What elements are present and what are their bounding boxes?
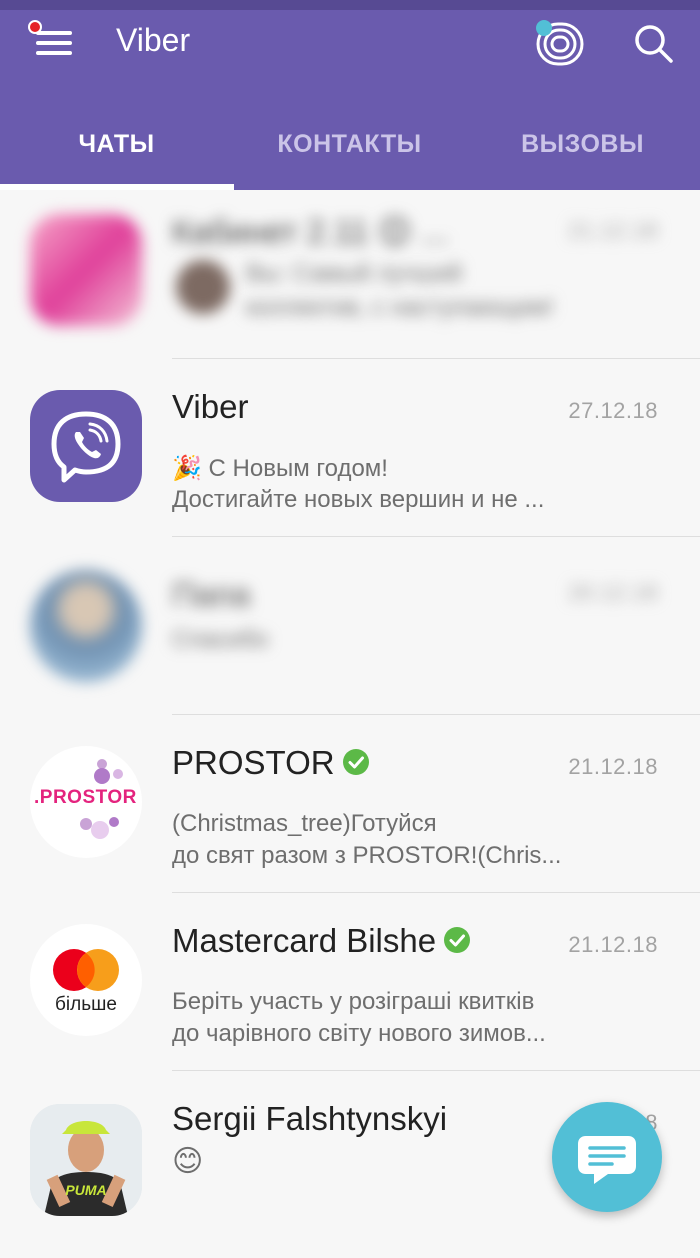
mastercard-avatar: більше (30, 924, 142, 1036)
mastercard-logo-text: більше (55, 994, 117, 1015)
app-title: Viber (116, 22, 191, 58)
notification-dot (28, 20, 42, 34)
chat-bubble-icon (578, 1136, 636, 1184)
chat-name: Viber (172, 388, 249, 425)
chat-name-text: PROSTOR (172, 744, 335, 781)
group-avatar (30, 214, 142, 326)
chat-name: Sergii Falshtynskyi (172, 1100, 448, 1137)
chat-preview-line2: коллектив, с наступающим! (246, 294, 554, 321)
chat-preview-line1: Беріть участь у розіграші квитків (172, 988, 535, 1015)
status-bar-strip (0, 0, 700, 10)
chat-item[interactable]: Папа 20.12.18 Спасибо (0, 546, 700, 724)
chat-preview-line1: (Christmas_tree)Готуйся (172, 810, 437, 837)
chat-date: 21.12.18 (568, 754, 658, 779)
prostor-logo-text: .PROSTOR (34, 787, 137, 808)
chat-name-text: Mastercard Bilshe (172, 922, 437, 959)
chat-item[interactable]: більше Mastercard Bilshe 21.12.18 Беріть… (0, 902, 700, 1080)
prostor-avatar: .PROSTOR (30, 746, 142, 858)
chat-list: Кабинет 2.11 😊 ... 21.12.18 Вы: Самый лу… (0, 190, 700, 1216)
chat-item[interactable]: .PROSTOR PROSTOR 21.12.18 (Christmas_tre… (0, 724, 700, 902)
divider (172, 358, 700, 359)
viber-avatar (30, 390, 142, 502)
chat-name: PROSTOR (172, 744, 369, 782)
chat-preview-line1: Спасибо (172, 626, 269, 653)
chat-preview-line1: Вы: Самый лучший (246, 260, 462, 287)
check-badge-icon (444, 927, 471, 954)
chat-name: Кабинет 2.11 😊 ... (172, 213, 449, 250)
chat-preview-line1: 😊 (172, 1145, 204, 1178)
chat-item[interactable]: Кабинет 2.11 😊 ... 21.12.18 Вы: Самый лу… (0, 190, 700, 368)
sender-avatar (176, 260, 230, 314)
chat-item[interactable]: Viber 27.12.18 🎉 С Новым годом! Достигай… (0, 368, 700, 546)
chat-date: 20.12.18 (568, 580, 658, 605)
check-badge-icon (342, 749, 369, 776)
search-icon[interactable] (632, 22, 674, 64)
chat-date: 21.12.18 (568, 218, 658, 243)
chat-preview-line1: 🎉 С Новым годом! (172, 455, 388, 482)
contact-avatar: PUMA (30, 1104, 142, 1216)
shirt-logo-text: PUMA (65, 1182, 107, 1198)
app-bar: Viber ЧАТЫ КОНТАКТЫ ВЫЗОВЫ (0, 0, 700, 190)
contact-avatar (30, 570, 142, 682)
chat-preview-line2: до чарівного світу нового зимов... (172, 1020, 546, 1047)
compose-button[interactable] (552, 1102, 662, 1212)
divider (172, 892, 700, 893)
chat-name: Mastercard Bilshe (172, 922, 471, 960)
chat-preview-line2: до свят разом з PROSTOR!(Chris... (172, 842, 562, 869)
chat-name: Папа (172, 576, 251, 613)
mastercard-logo-icon (53, 949, 119, 991)
chat-date: 21.12.18 (568, 932, 658, 957)
chat-preview-line2: Достигайте новых вершин и не ... (172, 486, 545, 513)
divider (172, 536, 700, 537)
divider (172, 1070, 700, 1071)
tab-chats[interactable]: ЧАТЫ (0, 118, 233, 188)
divider (172, 714, 700, 715)
tab-contacts[interactable]: КОНТАКТЫ (233, 118, 466, 188)
viber-logo-icon (51, 411, 121, 483)
person-photo-icon (30, 1104, 142, 1216)
hamburger-icon[interactable] (34, 28, 74, 58)
stories-icon[interactable] (534, 18, 586, 68)
chat-date: 27.12.18 (568, 398, 658, 423)
tab-calls[interactable]: ВЫЗОВЫ (466, 118, 699, 188)
